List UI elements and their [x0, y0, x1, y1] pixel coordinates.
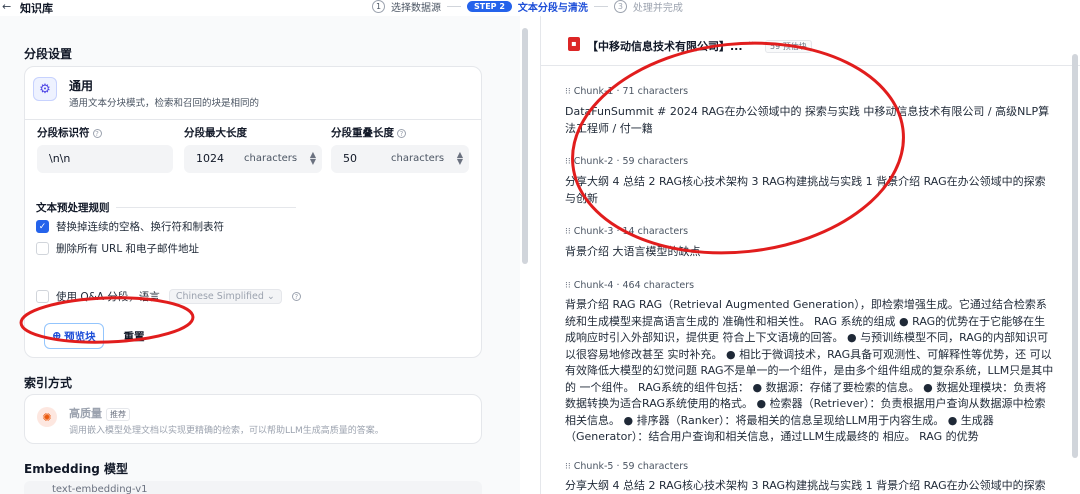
- document-selector-bar: ▪ 【中移动信息技术有限公司】... ⌄ 59 预估块: [541, 16, 1080, 66]
- checkbox-icon[interactable]: [36, 242, 49, 255]
- chunk-text: 背景介绍 RAG RAG（Retrieval Augmented Generat…: [565, 298, 1054, 443]
- qa-segment-option[interactable]: 使用 Q&A 分段，语言 Chinese Simplified ⌄ ?: [36, 289, 301, 304]
- preprocess-rules-title: 文本预处理规则: [36, 202, 110, 214]
- high-quality-icon: ✺: [37, 407, 57, 427]
- grid-icon: ⁝⁝: [565, 281, 571, 291]
- stepper-arrows-icon[interactable]: ▲ ▼: [457, 151, 463, 166]
- step-1-number: 1: [372, 0, 385, 13]
- help-icon[interactable]: ?: [92, 128, 102, 138]
- step-2-pill: STEP 2: [467, 0, 512, 12]
- recommended-badge: 推荐: [106, 408, 130, 421]
- chunk-header: ⁝⁝ Chunk-2 · 59 characters: [565, 156, 689, 167]
- overlap-label: 分段重叠长度?: [331, 125, 406, 140]
- separator-input[interactable]: \n\n: [37, 145, 173, 173]
- general-mode-option[interactable]: ⚙ 通用 通用文本分块模式，检索和召回的块是相同的: [33, 73, 473, 113]
- stepper-arrows-icon[interactable]: ▲ ▼: [310, 151, 316, 166]
- preview-panel: ▪ 【中移动信息技术有限公司】... ⌄ 59 预估块 ⁝⁝ Chunk-1 ·…: [540, 16, 1080, 494]
- settings-panel: 分段设置 ⚙ 通用 通用文本分块模式，检索和召回的块是相同的 分段标识符? 分段…: [0, 16, 520, 494]
- separator-label: 分段标识符?: [37, 125, 102, 140]
- preview-chunks-button[interactable]: ⊕ 预览块: [44, 323, 104, 349]
- index-description: 调用嵌入模型处理文档以实现更精确的检索，可以帮助LLM生成高质量的答案。: [69, 426, 384, 436]
- left-scrollbar[interactable]: [522, 28, 528, 264]
- step-divider: [593, 5, 608, 7]
- mode-name: 通用: [69, 79, 94, 93]
- step-2-label: 文本分段与清洗: [517, 2, 588, 14]
- reset-button[interactable]: 重置: [114, 323, 154, 349]
- chunk-header: ⁝⁝ Chunk-4 · 464 characters: [565, 280, 695, 291]
- back-arrow-icon[interactable]: ←: [2, 0, 11, 13]
- step-3-label: 处理并完成: [632, 2, 683, 14]
- chunk-text: DataFunSummit # 2024 RAG在办公领域中的 探索与实践 中移…: [565, 105, 1050, 135]
- search-icon: ⊕: [52, 330, 62, 342]
- step-divider: [447, 5, 461, 7]
- rule-remove-urls[interactable]: 删除所有 URL 和电子邮件地址: [36, 241, 199, 256]
- stepper: 1 选择数据源 STEP 2 文本分段与清洗 3 处理并完成: [372, 0, 683, 14]
- page-title: 知识库: [20, 2, 53, 15]
- chevron-down-icon[interactable]: ⌄: [747, 36, 755, 47]
- embedding-model-select[interactable]: text-embedding-v1: [24, 481, 482, 494]
- chunk-text: 背景介绍 大语言模型的缺点: [565, 245, 701, 258]
- embedding-model-title: Embedding 模型: [24, 462, 129, 476]
- document-name[interactable]: 【中移动信息技术有限公司】...: [587, 38, 743, 54]
- checkbox-icon[interactable]: [36, 290, 49, 303]
- help-icon[interactable]: ?: [291, 292, 301, 301]
- right-scrollbar[interactable]: [1072, 54, 1078, 458]
- top-bar: ← 知识库 1 选择数据源 STEP 2 文本分段与清洗 3 处理并完成: [0, 0, 1080, 16]
- grid-icon: ⁝⁝: [565, 157, 571, 167]
- settings-gear-icon: ⚙: [33, 77, 57, 101]
- chunk-header: ⁝⁝ Chunk-1 · 71 characters: [565, 86, 689, 97]
- step-3-number: 3: [613, 0, 627, 13]
- chunk-header: ⁝⁝ Chunk-5 · 59 characters: [565, 461, 689, 472]
- overlap-input[interactable]: 50 characters ▲ ▼: [331, 145, 469, 173]
- high-quality-index-option[interactable]: ✺ 高质量 推荐 调用嵌入模型处理文档以实现更精确的检索，可以帮助LLM生成高质量…: [24, 394, 482, 444]
- language-select[interactable]: Chinese Simplified ⌄: [168, 289, 282, 304]
- pdf-file-icon: ▪: [568, 37, 580, 51]
- checkbox-checked-icon[interactable]: ✓: [36, 220, 49, 233]
- grid-icon: ⁝⁝: [565, 462, 571, 472]
- max-length-input[interactable]: 1024 characters ▲ ▼: [184, 145, 322, 173]
- grid-icon: ⁝⁝: [565, 87, 571, 97]
- index-method-title: 索引方式: [24, 376, 73, 390]
- step-1-label: 选择数据源: [391, 2, 441, 14]
- estimated-chunks-badge: 59 预估块: [765, 40, 812, 53]
- max-length-label: 分段最大长度: [184, 127, 247, 139]
- help-icon[interactable]: ?: [397, 128, 406, 138]
- rule-replace-whitespace[interactable]: ✓ 替换掉连续的空格、换行符和制表符: [36, 219, 224, 234]
- chunk-text: 分享大纲 4 总结 2 RAG核心技术架构 3 RAG构建挑战与实践 1 背景介…: [565, 479, 1046, 492]
- chunk-header: ⁝⁝ Chunk-3 · 14 characters: [565, 226, 689, 237]
- chunk-text: 分享大纲 4 总结 2 RAG核心技术架构 3 RAG构建挑战与实践 1 背景介…: [565, 175, 1046, 205]
- grid-icon: ⁝⁝: [565, 227, 571, 237]
- segment-settings-title: 分段设置: [24, 47, 73, 61]
- divider: [116, 207, 296, 208]
- divider: [25, 119, 481, 120]
- index-name: 高质量 推荐: [69, 405, 130, 421]
- mode-description: 通用文本分块模式，检索和召回的块是相同的: [69, 98, 260, 109]
